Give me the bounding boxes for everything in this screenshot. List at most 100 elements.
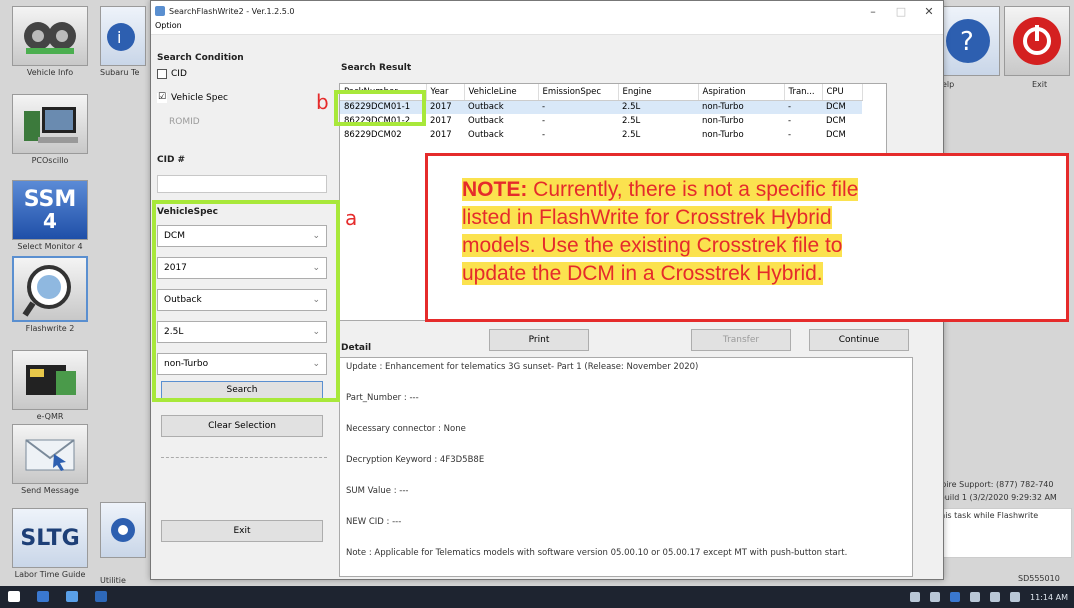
taskbar-app-icon[interactable] (65, 591, 78, 602)
maximize-button[interactable]: □ (887, 1, 915, 21)
utilities-shortcut[interactable]: Utilitie (100, 496, 150, 586)
table-cell: non-Turbo (698, 100, 784, 114)
column-header[interactable]: Year (426, 84, 465, 101)
exit-label: Exit (1032, 80, 1048, 89)
flashwrite-shortcut[interactable]: Flashwrite 2 (6, 256, 94, 333)
print-label: Print (528, 335, 550, 345)
table-cell: Outback (464, 100, 538, 114)
vehicle-info-shortcut[interactable]: Vehicle Info (6, 6, 94, 77)
title-bar: SearchFlashWrite2 - Ver.1.2.5.0 – □ ✕ (151, 1, 943, 21)
subaru-label: Subaru Te (100, 68, 140, 77)
taskbar-app-icon[interactable] (94, 591, 107, 602)
tray-icon[interactable] (930, 592, 941, 602)
menu-option[interactable]: Option (155, 21, 182, 30)
pcoscillo-shortcut[interactable]: PCOscillo (6, 94, 94, 165)
table-cell: - (542, 130, 546, 140)
table-cell: 2017 (430, 130, 452, 140)
continue-label: Continue (838, 335, 880, 345)
clear-selection-button[interactable]: Clear Selection (161, 415, 323, 437)
build-info: 6 build 1 (3/2/2020 9:29:32 AM (932, 493, 1057, 502)
table-cell: DCM (822, 100, 862, 114)
help-shortcut[interactable]: ? (936, 6, 1000, 76)
send-message-shortcut[interactable]: Send Message (6, 424, 94, 495)
note-bold: NOTE: (462, 178, 528, 201)
ssm-number: 4 (43, 209, 57, 233)
table-cell: 2017 (430, 116, 452, 126)
detail-line: Decryption Keyword : 4F3D5B8E (346, 455, 485, 465)
taskbar: 11:14 AM (0, 586, 1074, 608)
table-cell: - (784, 100, 822, 114)
detail-line: Update : Enhancement for telematics 3G s… (346, 362, 699, 372)
vehicle-spec-checkbox[interactable]: ☑ Vehicle Spec (157, 93, 333, 103)
detail-line: SUM Value : --- (346, 486, 409, 496)
envelope-icon (12, 424, 88, 484)
system-tray: 11:14 AM (910, 586, 1068, 608)
table-cell: 2.5L (622, 130, 641, 140)
flashwrite-label: Flashwrite 2 (25, 324, 75, 333)
windows-start-icon[interactable] (8, 591, 20, 602)
marker-a: a (345, 206, 358, 230)
table-cell: 2.5L (622, 116, 641, 126)
tray-icon[interactable] (970, 592, 981, 602)
column-header[interactable]: Tran... (784, 84, 823, 101)
exit-button-label: Exit (233, 526, 251, 536)
transfer-button[interactable]: Transfer (691, 329, 791, 351)
tray-icon[interactable] (910, 592, 921, 602)
column-header[interactable]: VehicleLine (464, 84, 539, 101)
packnumber-highlight (334, 90, 426, 126)
exit-button[interactable]: Exit (161, 520, 323, 542)
note-line: NOTE: Currently, there is not a specific… (462, 178, 859, 201)
close-button[interactable]: ✕ (915, 1, 943, 21)
utilities-label: Utilitie (100, 576, 126, 585)
serial-number: SD555010 (1018, 574, 1060, 583)
vehiclespec-highlight (152, 200, 340, 402)
detail-text-area[interactable]: Update : Enhancement for telematics 3G s… (339, 357, 913, 577)
column-header[interactable]: EmissionSpec (538, 84, 619, 101)
romid-checkbox[interactable]: ROMID (157, 117, 333, 127)
exit-shortcut[interactable] (1004, 6, 1070, 76)
help-icon: ? (946, 19, 990, 63)
cid-checkbox[interactable]: CID (157, 69, 333, 79)
subaru-icon: i (100, 6, 146, 66)
note-line-text: Currently, there is not a specific file (527, 178, 859, 201)
cid-input[interactable] (157, 175, 327, 193)
sltg-text: SLTG (20, 525, 80, 551)
eqmr-shortcut[interactable]: e-QMR (6, 350, 94, 421)
table-cell: non-Turbo (702, 130, 744, 140)
tray-icon[interactable] (950, 592, 961, 602)
table-cell: Outback (468, 130, 504, 140)
note-line: update the DCM in a Crosstrek Hybrid. (462, 262, 823, 285)
vehicle-spec-label: Vehicle Spec (171, 93, 228, 103)
cid-label: CID (171, 69, 187, 79)
detail-line: Note : Applicable for Telematics models … (346, 548, 848, 558)
svg-text:i: i (117, 28, 121, 47)
pcoscillo-icon (12, 94, 88, 154)
checkbox-box (157, 69, 167, 79)
table-cell: 86229DCM02 (344, 130, 402, 140)
subaru-shortcut[interactable]: i Subaru Te (100, 0, 150, 80)
volume-icon[interactable] (1010, 592, 1021, 602)
vehicle-info-label: Vehicle Info (26, 68, 74, 77)
detail-heading: Detail (341, 343, 372, 353)
send-message-label: Send Message (21, 486, 79, 495)
continue-button[interactable]: Continue (809, 329, 909, 351)
task-message: this task while Flashwrite (937, 511, 1039, 520)
table-row[interactable]: 86229DCM02 2017 Outback - 2.5L non-Turbo… (340, 128, 862, 142)
search-condition-heading: Search Condition (157, 53, 244, 63)
note-callout: NOTE: Currently, there is not a specific… (425, 153, 1069, 322)
labor-time-guide-shortcut[interactable]: SLTG Labor Time Guide (6, 508, 94, 579)
detail-line: Part_Number : --- (346, 393, 419, 403)
column-header[interactable]: Aspiration (698, 84, 785, 101)
network-icon[interactable] (990, 592, 1001, 602)
select-monitor-shortcut[interactable]: SSM 4 Select Monitor 4 (6, 180, 94, 251)
search-result-heading: Search Result (341, 63, 412, 73)
taskbar-app-icon[interactable] (36, 591, 49, 602)
clock[interactable]: 11:14 AM (1030, 593, 1068, 602)
column-header[interactable]: Engine (618, 84, 699, 101)
minimize-button[interactable]: – (859, 1, 887, 21)
app-icon (155, 6, 165, 16)
column-header[interactable]: CPU (822, 84, 863, 101)
table-cell: - (788, 130, 792, 140)
print-button[interactable]: Print (489, 329, 589, 351)
ssm-text: SSM (23, 187, 77, 212)
